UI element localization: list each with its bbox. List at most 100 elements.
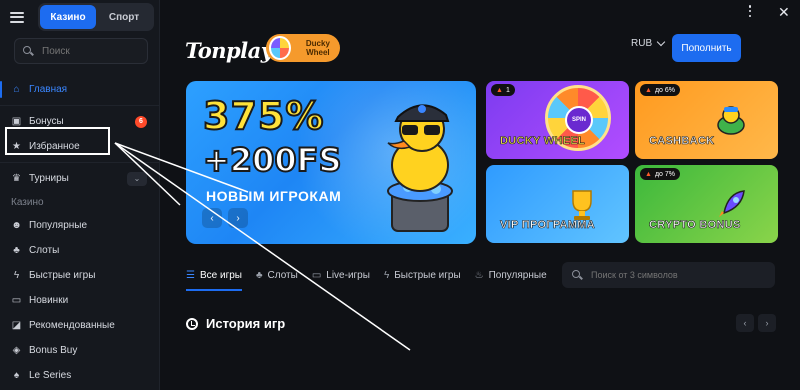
sidebar-item-home[interactable]: ⌂ Главная xyxy=(0,77,160,102)
games-search[interactable] xyxy=(562,262,775,288)
sidebar-item-tournaments[interactable]: ♛ Турниры ⌄ xyxy=(0,166,160,191)
ducky-wheel-logo[interactable]: Ducky Wheel xyxy=(266,34,340,62)
search-input[interactable] xyxy=(42,45,132,57)
sidebar-item-new[interactable]: ▭ Новинки xyxy=(0,288,160,313)
chevron-down-icon xyxy=(656,37,666,47)
chevron-down-icon[interactable]: ⌄ xyxy=(127,171,147,186)
fire-icon: ♨ xyxy=(474,269,484,281)
game-tabs: ☰ Все игры ♣ Слоты ▭ Live-игры ϟ Быстрые… xyxy=(186,262,561,291)
next-arrow-icon[interactable]: › xyxy=(228,208,248,228)
sidebar-item-label: Бонусы xyxy=(29,116,64,127)
promo-tile-cashback[interactable]: ▲ до 6% CASHBACK xyxy=(635,81,778,159)
bonus-count-badge: 6 xyxy=(135,115,147,128)
next-arrow-icon[interactable]: › xyxy=(758,314,776,332)
clock-icon xyxy=(186,317,198,330)
main-content: Tonplay Ducky Wheel RUB Пополнить ✕ 375%… xyxy=(160,0,800,390)
site-logo[interactable]: Tonplay xyxy=(185,38,273,63)
cherry-icon: ♣ xyxy=(255,269,263,281)
section-switcher: Казино Спорт xyxy=(38,3,154,31)
history-title: История игр xyxy=(206,316,286,331)
tile-tag-label: до 7% xyxy=(654,170,675,178)
search-icon xyxy=(572,269,583,281)
trophy-icon xyxy=(572,190,592,220)
sidebar-item-label: Le Series xyxy=(29,370,72,381)
prev-arrow-icon[interactable]: ‹ xyxy=(736,314,754,332)
tab-label: Популярные xyxy=(488,269,547,281)
history-heading: История игр xyxy=(186,316,285,331)
tile-label: DUCKY WHEEL xyxy=(500,135,585,148)
tile-tag: ▲ 1 xyxy=(491,84,515,96)
hero-subtitle: НОВЫМ ИГРОКАМ xyxy=(206,188,342,204)
promo-tile-vip[interactable]: VIP ПРОГРАММА xyxy=(486,165,629,243)
divider xyxy=(0,105,160,106)
hero-arrows: ‹ › xyxy=(202,208,248,228)
ducky-wheel-label: Ducky Wheel xyxy=(305,39,330,57)
users-icon: ☻ xyxy=(11,220,22,231)
sidebar: Казино Спорт ⌂ Главная ▣ Бонусы 6 ★ Избр… xyxy=(0,0,160,390)
tab-live-games[interactable]: ▭ Live-игры xyxy=(312,262,370,288)
sidebar-search[interactable] xyxy=(14,38,148,64)
bag-icon: ◈ xyxy=(12,345,21,356)
hero-banner[interactable]: 375% +200FS НОВЫМ ИГРОКАМ ‹ › xyxy=(186,81,476,244)
sidebar-item-slots[interactable]: ♣ Слоты xyxy=(0,238,160,263)
tile-label: CRYPTO BONUS xyxy=(649,219,741,232)
tab-slots[interactable]: ♣ Слоты xyxy=(256,262,298,288)
menu-icon[interactable] xyxy=(10,11,24,23)
sidebar-top-row: Казино Спорт xyxy=(0,0,159,34)
search-icon xyxy=(23,45,34,57)
games-search-input[interactable] xyxy=(591,270,761,280)
sidebar-item-recommended[interactable]: ◪ Рекомендованные xyxy=(0,313,160,338)
sidebar-item-popular[interactable]: ☻ Популярные xyxy=(0,213,160,238)
tab-popular[interactable]: ♨ Популярные xyxy=(475,262,547,288)
history-nav: ‹ › xyxy=(736,314,776,332)
sidebar-item-label: Bonus Buy xyxy=(29,345,78,356)
tab-sport[interactable]: Спорт xyxy=(96,5,152,29)
fire-icon: ▲ xyxy=(645,86,652,94)
hero-percent: 375% xyxy=(202,93,325,139)
tile-tag: ▲ до 6% xyxy=(640,84,680,96)
app-root: Казино Спорт ⌂ Главная ▣ Бонусы 6 ★ Избр… xyxy=(0,0,800,390)
sidebar-item-bonus-buy[interactable]: ◈ Bonus Buy xyxy=(0,338,160,363)
tile-label: CASHBACK xyxy=(649,135,715,148)
tab-fast-games[interactable]: ϟ Быстрые игры xyxy=(384,262,461,288)
sidebar-item-le-series[interactable]: ♠ Le Series xyxy=(0,363,160,388)
sidebar-item-label: Турниры xyxy=(29,173,69,184)
sidebar-item-label: Быстрые игры xyxy=(29,270,96,281)
trophy-icon: ♛ xyxy=(12,173,21,184)
wheel-icon xyxy=(269,36,291,60)
tile-tag-label: до 6% xyxy=(654,86,675,94)
sidebar-item-label: Новинки xyxy=(29,295,69,306)
cashback-mascot-icon xyxy=(717,106,745,135)
sidebar-item-fast-games[interactable]: ϟ Быстрые игры xyxy=(0,263,160,288)
tab-label: Слоты xyxy=(267,269,298,281)
more-options-icon[interactable] xyxy=(748,5,752,17)
tab-label: Быстрые игры xyxy=(394,269,461,281)
tile-tag: ▲ до 7% xyxy=(640,168,680,180)
fire-icon: ▲ xyxy=(496,86,503,94)
fire-icon: ▲ xyxy=(645,170,652,178)
gift-icon: ▣ xyxy=(11,116,22,127)
promo-tile-ducky-wheel[interactable]: SPIN ▲ 1 DUCKY WHEEL xyxy=(486,81,629,159)
close-icon[interactable]: ✕ xyxy=(778,4,790,21)
tv-icon: ▭ xyxy=(311,269,322,281)
duck-mascot-icon xyxy=(387,104,453,232)
divider xyxy=(0,162,160,163)
sidebar-nav: ⌂ Главная ▣ Бонусы 6 ★ Избранное ♛ Турни… xyxy=(0,77,160,388)
tab-label: Все игры xyxy=(199,269,242,281)
grid-icon: ☰ xyxy=(186,269,195,281)
sidebar-item-label: Рекомендованные xyxy=(29,320,115,331)
cherries-icon: ♠ xyxy=(13,370,20,381)
deposit-button[interactable]: Пополнить xyxy=(672,34,741,62)
hero-freespins: +200FS xyxy=(202,140,343,180)
tab-all-games[interactable]: ☰ Все игры xyxy=(186,262,242,291)
tab-casino[interactable]: Казино xyxy=(40,5,96,29)
cherry-icon: ♣ xyxy=(13,245,20,256)
promo-tile-crypto[interactable]: ▲ до 7% CRYPTO BONUS xyxy=(635,165,778,243)
section-label-casino: Казино xyxy=(11,196,44,208)
sidebar-item-label: Популярные xyxy=(29,220,88,231)
prev-arrow-icon[interactable]: ‹ xyxy=(202,208,222,228)
sidebar-item-label: Главная xyxy=(29,84,68,95)
spin-label: SPIN xyxy=(565,106,593,134)
currency-selector[interactable]: RUB xyxy=(631,37,666,49)
lightning-icon: ϟ xyxy=(383,269,390,281)
